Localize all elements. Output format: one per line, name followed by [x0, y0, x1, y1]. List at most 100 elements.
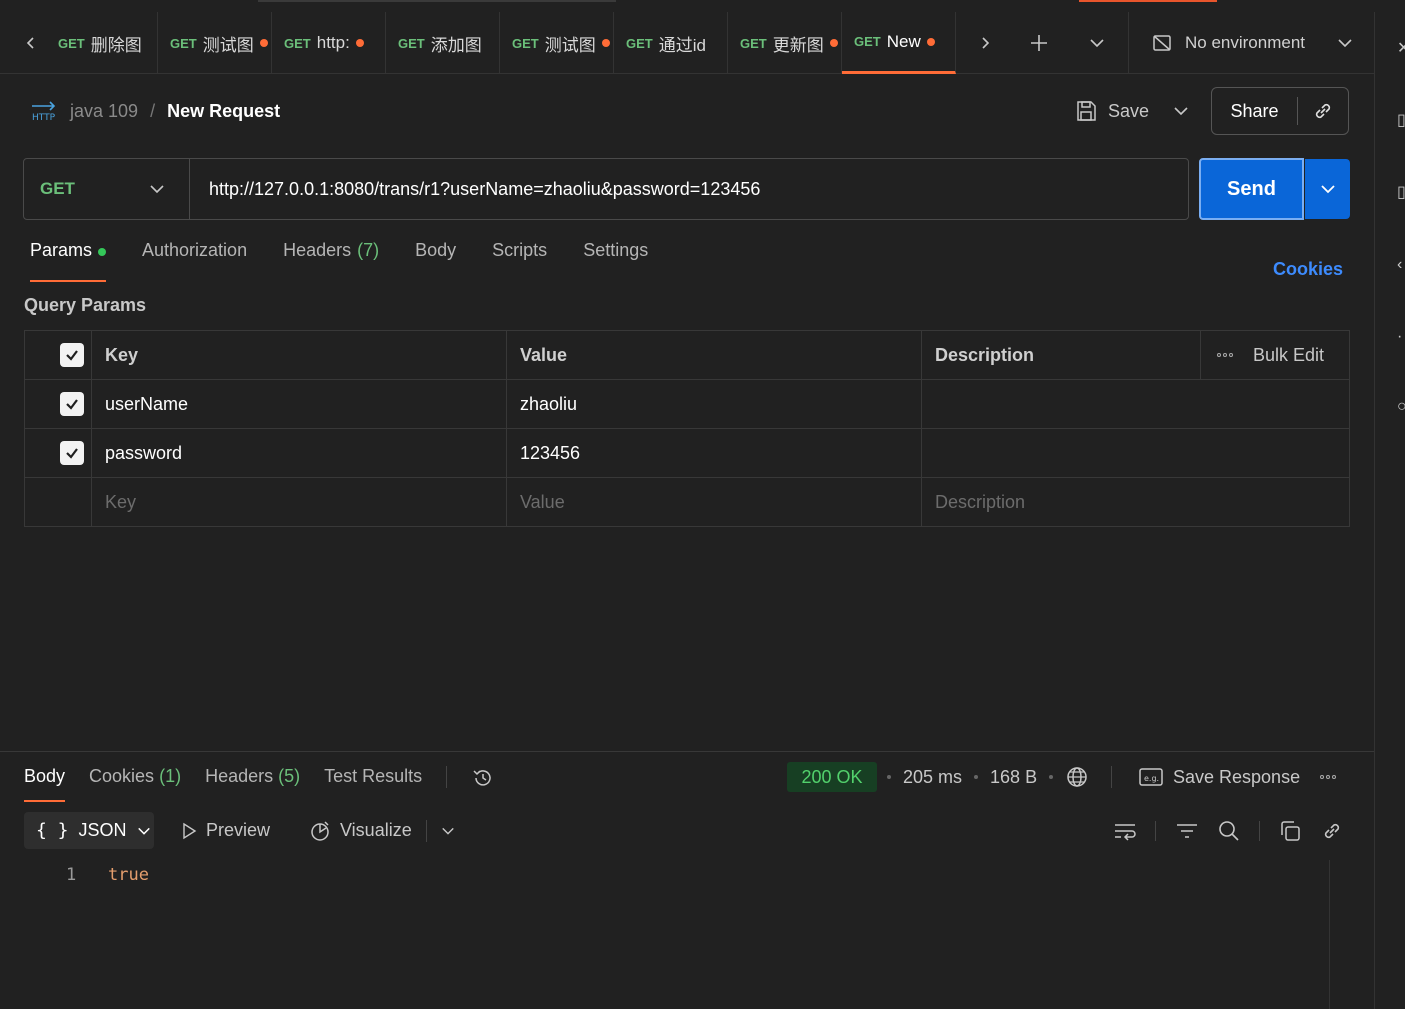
response-divider[interactable] — [0, 751, 1374, 752]
new-tab-plus-icon[interactable] — [1016, 12, 1062, 74]
search-icon[interactable] — [1215, 817, 1243, 845]
response-tab-cookies[interactable]: Cookies (1) — [89, 766, 181, 802]
save-response-button[interactable]: e.g. Save Response — [1139, 762, 1337, 792]
row-enabled-checkbox[interactable] — [60, 441, 84, 465]
svg-text:e.g.: e.g. — [1144, 774, 1159, 783]
share-group: Share — [1211, 87, 1349, 135]
tab-body[interactable]: Body — [415, 240, 456, 282]
tab-item[interactable]: GET 测试图 — [158, 12, 272, 74]
response-tab-headers-label: Headers — [205, 766, 274, 786]
tab-name: http: — [316, 33, 350, 52]
response-tab-headers-count: (5) — [278, 766, 301, 786]
play-icon — [180, 822, 198, 840]
tabs-menu-chevron-down-icon[interactable] — [1074, 12, 1120, 74]
column-header-description: Description — [921, 331, 1201, 379]
param-key-input[interactable]: password — [91, 429, 506, 477]
bulk-edit-button[interactable]: Bulk Edit — [1200, 331, 1349, 379]
response-time[interactable]: 205 ms — [903, 767, 962, 788]
toolbar-separator — [1259, 821, 1260, 841]
environment-selector[interactable]: No environment — [1128, 12, 1375, 74]
tab-method: GET — [740, 35, 767, 51]
response-tab-body[interactable]: Body — [24, 766, 66, 802]
send-options-chevron-down-icon[interactable] — [1305, 159, 1350, 219]
response-size[interactable]: 168 B — [990, 767, 1037, 788]
tab-headers[interactable]: Headers (7) — [283, 240, 379, 282]
param-description-input[interactable] — [921, 380, 1349, 428]
json-braces-icon: { } — [36, 820, 69, 841]
unsaved-dot-icon — [601, 39, 610, 47]
param-description-input[interactable] — [921, 429, 1349, 477]
unsaved-dot-icon — [829, 39, 838, 47]
new-param-key-input[interactable]: Key — [91, 478, 506, 526]
response-format-select[interactable]: { } JSON — [24, 812, 154, 849]
rail-code-icon[interactable]: ▯ — [1397, 182, 1405, 202]
param-value-input[interactable]: zhaoliu — [506, 380, 921, 428]
tab-method: GET — [626, 35, 653, 51]
visualize-chevron-down-icon[interactable] — [441, 824, 455, 838]
breadcrumb-collection[interactable]: java 109 — [70, 101, 138, 122]
rail-collapse-icon[interactable]: ‹ — [1397, 256, 1402, 274]
unsaved-dot-icon — [355, 39, 364, 47]
response-tab-test-results[interactable]: Test Results — [324, 766, 422, 802]
visualize-button[interactable]: Visualize — [308, 812, 455, 849]
tab-authorization[interactable]: Authorization — [142, 240, 247, 282]
rail-close-icon[interactable]: ✕ — [1397, 38, 1405, 58]
response-body-content[interactable]: true — [108, 865, 149, 885]
filter-icon[interactable] — [1173, 817, 1201, 845]
top-strip — [0, 0, 1375, 12]
response-meta: 205 ms 168 B — [887, 762, 1113, 792]
meta-separator — [1111, 766, 1113, 788]
tab-params[interactable]: Params — [30, 240, 107, 282]
rail-info-icon[interactable]: · — [1397, 328, 1402, 346]
method-select[interactable]: GET — [24, 159, 190, 219]
meta-bullet — [887, 775, 891, 779]
tab-item[interactable]: GET http: — [272, 12, 386, 74]
status-badge[interactable]: 200 OK — [787, 762, 877, 792]
save-button[interactable]: Save — [1108, 101, 1149, 122]
tab-item[interactable]: GET 删除图 — [50, 12, 158, 74]
tab-name: New — [886, 31, 921, 51]
tab-item[interactable]: GET 更新图 — [728, 12, 842, 74]
unsaved-dot-icon — [259, 39, 268, 47]
tab-name: 更新图 — [772, 35, 824, 55]
link-icon[interactable] — [1318, 817, 1346, 845]
select-all-checkbox[interactable] — [60, 343, 84, 367]
response-more-options-icon[interactable] — [1320, 775, 1337, 779]
rail-docs-icon[interactable]: ▯ — [1397, 110, 1405, 130]
param-value-input[interactable]: 123456 — [506, 429, 921, 477]
wrap-lines-icon[interactable] — [1111, 817, 1139, 845]
network-globe-icon[interactable] — [1065, 765, 1089, 789]
preview-button[interactable]: Preview — [180, 812, 270, 849]
param-key-input[interactable]: userName — [91, 380, 506, 428]
send-button[interactable]: Send — [1199, 158, 1304, 220]
new-param-value-input[interactable]: Value — [506, 478, 921, 526]
query-params-table: Key Value Description Bulk Edit userName… — [24, 330, 1350, 527]
cookies-link[interactable]: Cookies — [1273, 259, 1343, 280]
right-sidebar-rail: ✕ ▯ ▯ ‹ · ○ — [1374, 12, 1405, 1009]
url-input[interactable]: http://127.0.0.1:8080/trans/r1?userName=… — [190, 179, 760, 200]
row-enabled-checkbox[interactable] — [60, 392, 84, 416]
tab-item[interactable]: GET 通过id — [614, 12, 728, 74]
response-tab-headers[interactable]: Headers (5) — [205, 766, 300, 802]
tab-item-active[interactable]: GET New — [842, 12, 956, 74]
breadcrumb-request-name[interactable]: New Request — [167, 101, 280, 122]
response-body-editor[interactable]: 1 true — [0, 860, 1330, 1009]
scroll-tabs-right-icon[interactable] — [966, 12, 1004, 74]
more-options-icon[interactable] — [1217, 353, 1233, 357]
save-icon[interactable] — [1074, 99, 1098, 123]
request-url-bar: GET http://127.0.0.1:8080/trans/r1?userN… — [23, 158, 1189, 220]
save-chevron-down-icon[interactable] — [1173, 103, 1189, 119]
history-icon[interactable] — [471, 766, 495, 790]
share-button[interactable]: Share — [1212, 97, 1298, 125]
rail-help-icon[interactable]: ○ — [1397, 398, 1405, 416]
new-param-description-input[interactable]: Description — [921, 478, 1349, 526]
scroll-tabs-left-icon[interactable] — [14, 12, 48, 74]
tab-scripts[interactable]: Scripts — [492, 240, 547, 282]
tab-item[interactable]: GET 添加图 — [386, 12, 500, 74]
tab-item[interactable]: GET 测试图 — [500, 12, 614, 74]
editor-scrollbar[interactable] — [1329, 860, 1351, 1009]
tab-settings[interactable]: Settings — [583, 240, 648, 282]
tab-body-label: Body — [415, 240, 457, 260]
copy-icon[interactable] — [1276, 817, 1304, 845]
copy-link-icon[interactable] — [1298, 100, 1348, 122]
